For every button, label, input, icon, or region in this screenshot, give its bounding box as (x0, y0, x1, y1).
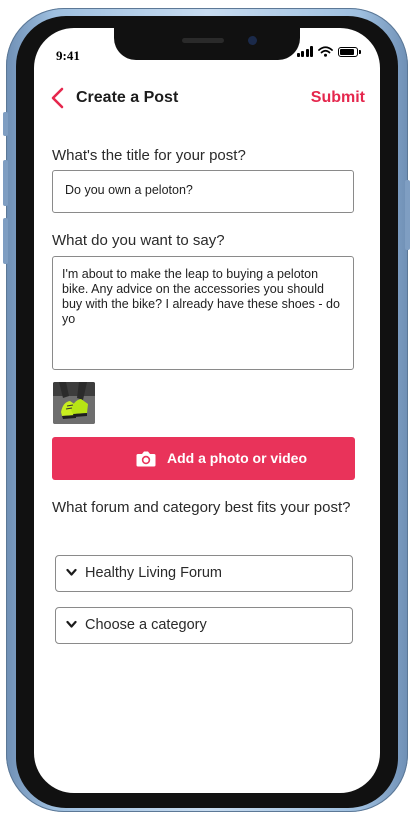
add-photo-video-button[interactable]: Add a photo or video (52, 437, 355, 480)
chevron-down-icon (66, 620, 77, 628)
submit-button[interactable]: Submit (311, 89, 365, 107)
front-camera (248, 36, 257, 45)
status-icons (296, 46, 361, 57)
post-title-input[interactable]: Do you own a peloton? (52, 170, 354, 213)
forum-dropdown-value: Healthy Living Forum (85, 565, 222, 581)
notch (114, 28, 300, 60)
status-time: 9:41 (56, 48, 80, 63)
title-prompt: What's the title for your post? (52, 147, 246, 164)
post-body-textarea[interactable]: I'm about to make the leap to buying a p… (52, 256, 354, 370)
volume-down-button (3, 218, 8, 264)
add-photo-video-label: Add a photo or video (167, 450, 307, 466)
category-dropdown[interactable]: Choose a category (55, 607, 353, 644)
wifi-icon (318, 46, 333, 57)
back-chevron-icon[interactable] (48, 86, 70, 110)
nav-bar: Create a Post Submit (34, 84, 380, 114)
forum-dropdown[interactable]: Healthy Living Forum (55, 555, 353, 592)
power-button (405, 180, 410, 250)
signal-icon (296, 46, 313, 57)
page-title: Create a Post (76, 89, 179, 106)
volume-up-button (3, 160, 8, 206)
screen: 9:41 Create a Post Submit What's the tit… (34, 28, 380, 793)
camera-icon (136, 451, 156, 467)
speaker-grille (182, 38, 224, 43)
forum-prompt: What forum and category best fits your p… (52, 499, 351, 516)
body-prompt: What do you want to say? (52, 232, 225, 249)
silent-switch (3, 112, 8, 136)
chevron-down-icon (66, 568, 77, 576)
attachment-thumbnail[interactable] (53, 382, 95, 424)
category-dropdown-value: Choose a category (85, 617, 207, 633)
battery-icon (338, 47, 361, 57)
cycling-shoe-photo-icon (53, 382, 95, 424)
